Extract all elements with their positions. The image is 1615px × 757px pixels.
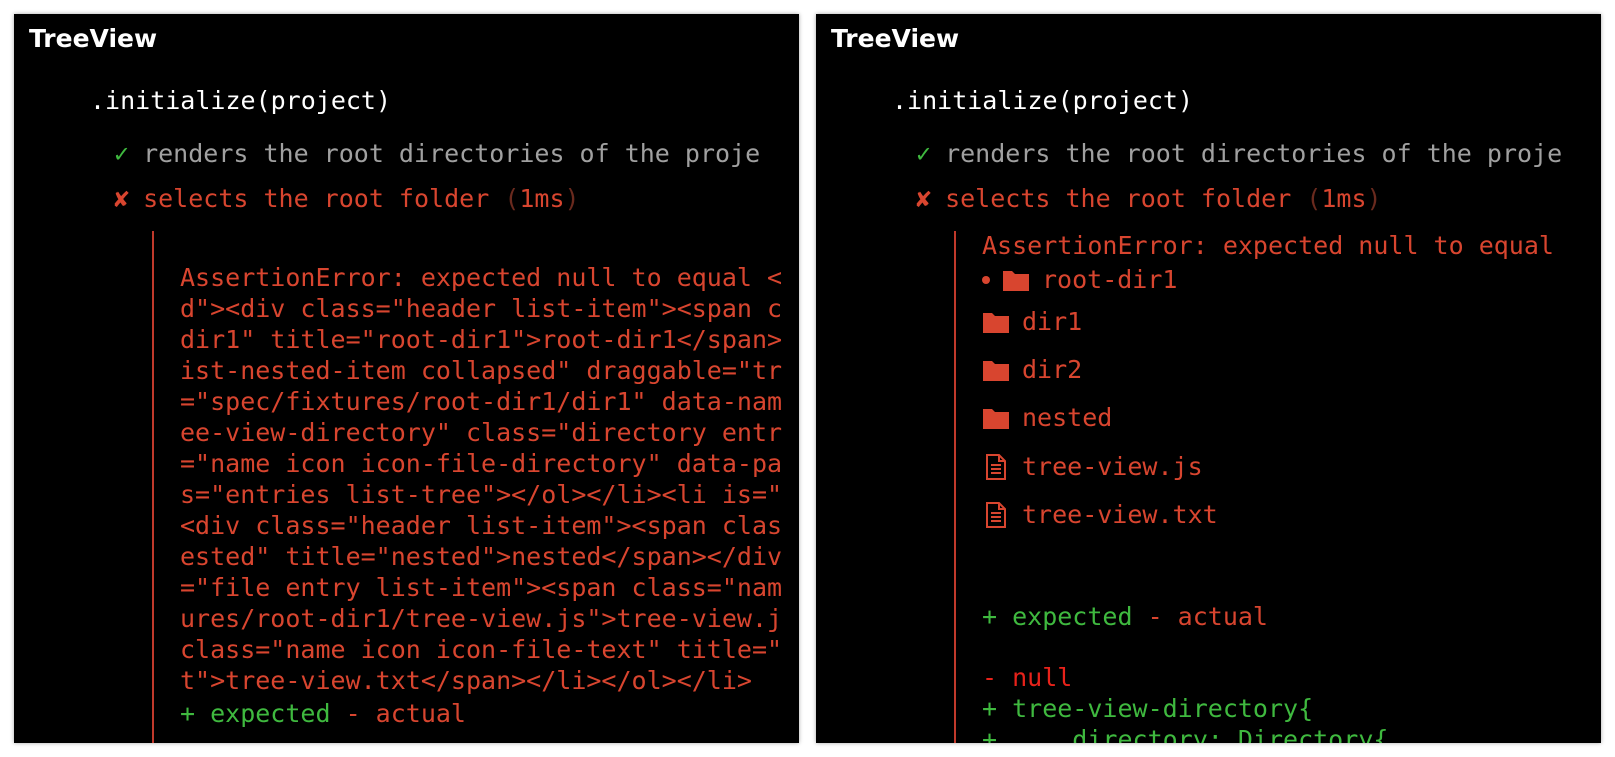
tree-root-label: root-dir1 bbox=[1042, 265, 1178, 294]
error-line: <div class="header list-item"><span clas bbox=[180, 511, 783, 540]
error-line: class="name icon icon-file-text" title=" bbox=[180, 635, 783, 664]
duration-open: ( bbox=[504, 184, 520, 213]
error-line: ures/root-dir1/tree-view.js">tree-view.j bbox=[180, 604, 783, 633]
bullet-icon bbox=[982, 275, 990, 284]
tree-folder-label: dir2 bbox=[1022, 355, 1083, 384]
describe-title: .initialize(project) bbox=[892, 86, 1194, 115]
passing-test-label: renders the root directories of the proj… bbox=[945, 139, 1563, 168]
failing-test: ✘ selects the root folder (1ms) bbox=[916, 184, 1382, 213]
tree-file-row: tree-view.js bbox=[982, 452, 1203, 481]
tree-file-label: tree-view.txt bbox=[1022, 500, 1218, 529]
error-message: AssertionError: expected null to equal <… bbox=[180, 231, 782, 727]
folder-icon bbox=[982, 310, 1022, 334]
test-duration: 1ms bbox=[1321, 184, 1367, 213]
diff-added-line: + directory: Directory{ bbox=[982, 725, 1389, 743]
suite-title: TreeView bbox=[29, 24, 158, 53]
failing-test-label: selects the root folder bbox=[945, 184, 1292, 213]
tree-folder-label: dir1 bbox=[1022, 307, 1083, 336]
test-duration: 1ms bbox=[519, 184, 565, 213]
tree-folder-row: dir2 bbox=[982, 355, 1082, 384]
check-icon: ✓ bbox=[916, 139, 932, 168]
error-line: dir1" title="root-dir1">root-dir1</span> bbox=[180, 325, 783, 354]
error-line: t">tree-view.txt</span></li></ol></li> bbox=[180, 666, 752, 695]
duration-open: ( bbox=[1306, 184, 1322, 213]
suite-title: TreeView bbox=[831, 24, 960, 53]
cross-icon: ✘ bbox=[114, 184, 130, 213]
error-line: ested" title="nested">nested</span></div bbox=[180, 542, 783, 571]
error-prefix: AssertionError: bbox=[982, 231, 1208, 260]
duration-close: ) bbox=[1366, 184, 1382, 213]
tree-file-label: tree-view.js bbox=[1022, 452, 1203, 481]
folder-icon bbox=[982, 406, 1022, 430]
diff-legend: + expected - actual bbox=[180, 699, 466, 728]
diff-expected-label: + expected bbox=[180, 699, 331, 728]
describe-title: .initialize(project) bbox=[90, 86, 392, 115]
error-line: ist-nested-item collapsed" draggable="tr bbox=[180, 356, 783, 385]
error-line: s="entries list-tree"></ol></li><li is=" bbox=[180, 480, 783, 509]
folder-icon bbox=[1002, 268, 1042, 292]
error-block: AssertionError: expected null to equal r… bbox=[954, 231, 1601, 743]
error-block: AssertionError: expected null to equal <… bbox=[152, 231, 799, 743]
tree-folder-row: dir1 bbox=[982, 307, 1082, 336]
tree-file-row: tree-view.txt bbox=[982, 500, 1218, 529]
terminal-panel-right: TreeView .initialize(project) ✓ renders t… bbox=[816, 14, 1601, 743]
file-text-icon bbox=[982, 501, 1022, 529]
cross-icon: ✘ bbox=[916, 184, 932, 213]
diff-removed-line: - null bbox=[982, 663, 1073, 692]
diff-legend: + expected - actual bbox=[982, 602, 1268, 631]
diff-actual-label: actual bbox=[375, 699, 466, 728]
diff-separator: - bbox=[330, 699, 376, 728]
error-line: AssertionError: expected null to equal < bbox=[180, 263, 783, 292]
error-line: ="file entry list-item"><span class="nam bbox=[180, 573, 783, 602]
tree-root-row: root-dir1 bbox=[982, 265, 1177, 294]
failing-test: ✘ selects the root folder (1ms) bbox=[114, 184, 580, 213]
check-icon: ✓ bbox=[114, 139, 130, 168]
passing-test: ✓ renders the root directories of the pro… bbox=[114, 139, 760, 168]
tree-folder-row: nested bbox=[982, 403, 1112, 432]
failing-test-label: selects the root folder bbox=[143, 184, 490, 213]
error-line: ee-view-directory" class="directory entr bbox=[180, 418, 783, 447]
terminal-panel-left: TreeView .initialize(project) ✓ renders t… bbox=[14, 14, 799, 743]
diff-actual-label: actual bbox=[1177, 602, 1268, 631]
error-line: ="spec/fixtures/root-dir1/dir1" data-nam bbox=[180, 387, 783, 416]
error-line: d"><div class="header list-item"><span c bbox=[180, 294, 783, 323]
file-text-icon bbox=[982, 453, 1022, 481]
diff-added-line: + tree-view-directory{ bbox=[982, 694, 1314, 723]
diff-separator: - bbox=[1132, 602, 1178, 631]
duration-close: ) bbox=[564, 184, 580, 213]
passing-test-label: renders the root directories of the proj… bbox=[143, 139, 761, 168]
error-line: ="name icon icon-file-directory" data-pa bbox=[180, 449, 783, 478]
error-text: expected null to equal bbox=[1207, 231, 1554, 260]
passing-test: ✓ renders the root directories of the pro… bbox=[916, 139, 1562, 168]
folder-icon bbox=[982, 358, 1022, 382]
diff-expected-label: + expected bbox=[982, 602, 1133, 631]
error-message: AssertionError: expected null to equal bbox=[982, 231, 1554, 260]
tree-folder-label: nested bbox=[1022, 403, 1113, 432]
